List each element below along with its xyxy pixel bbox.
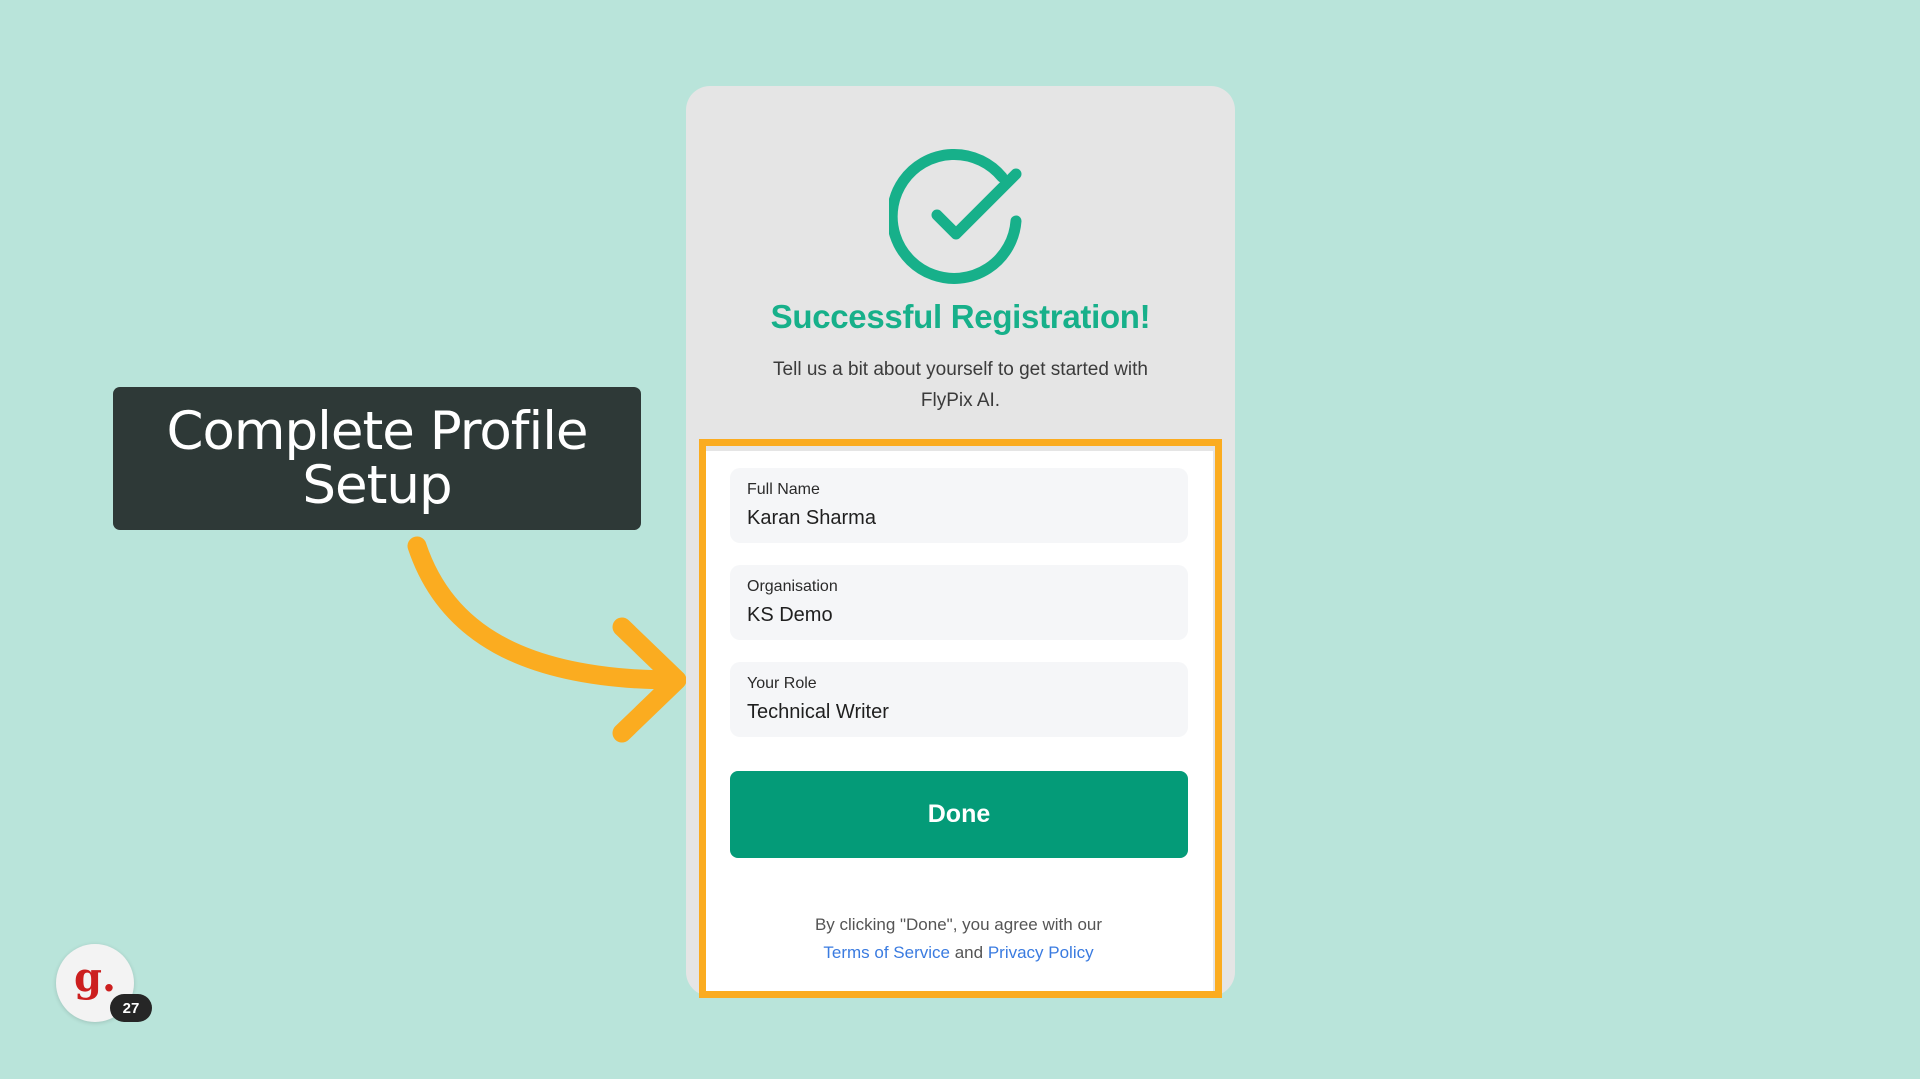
- highlight-box: [699, 439, 1222, 998]
- callout-line-2: Setup: [302, 454, 452, 516]
- avatar-logo-icon: g.: [74, 954, 116, 1001]
- callout-line-1: Complete Profile: [166, 400, 588, 462]
- curved-arrow-icon: [407, 536, 687, 743]
- check-circle-icon: [889, 149, 1022, 284]
- page-title: Successful Registration!: [770, 298, 1151, 335]
- page-subtitle: Tell us a bit about yourself to get star…: [773, 359, 1148, 411]
- callout-label: Complete Profile Setup: [113, 387, 641, 530]
- notification-badge: 27: [110, 994, 152, 1022]
